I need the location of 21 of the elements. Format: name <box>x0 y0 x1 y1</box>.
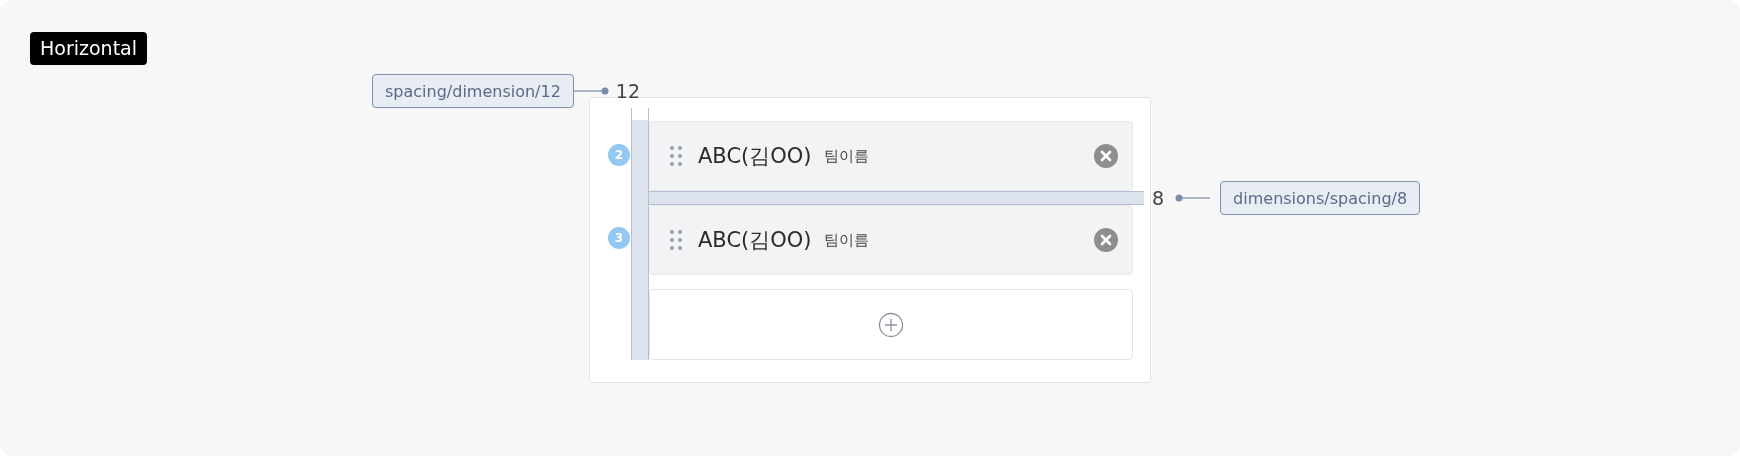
drag-handle-icon[interactable] <box>670 230 682 250</box>
spacing-value: 12 <box>615 80 641 102</box>
member-name: ABC(김OO) <box>698 143 812 170</box>
add-item-button[interactable] <box>649 289 1133 360</box>
member-name: ABC(김OO) <box>698 227 812 254</box>
spacing-value: 8 <box>1152 187 1165 209</box>
step-badge: 3 <box>608 227 630 249</box>
token-label: dimensions/spacing/8 <box>1220 181 1421 215</box>
leader-line <box>1174 193 1211 203</box>
plus-icon <box>878 311 904 338</box>
section-label: Horizontal <box>30 32 147 65</box>
list-item[interactable]: ABC(김OO) 팀이름 <box>649 205 1133 275</box>
team-name: 팀이름 <box>823 230 869 250</box>
token-label: spacing/dimension/12 <box>372 74 574 108</box>
drag-handle-icon[interactable] <box>670 146 682 166</box>
close-icon[interactable] <box>1094 228 1118 252</box>
leader-line <box>573 86 610 96</box>
step-badge: 2 <box>608 144 630 166</box>
list-item[interactable]: ABC(김OO) 팀이름 <box>649 121 1133 191</box>
team-name: 팀이름 <box>823 146 869 166</box>
close-icon[interactable] <box>1094 144 1118 168</box>
